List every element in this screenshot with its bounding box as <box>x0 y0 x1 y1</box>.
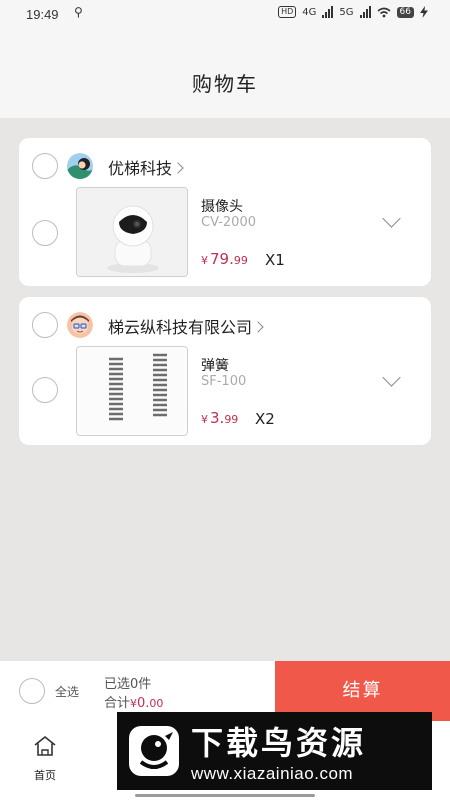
watermark-banner: 下载鸟资源 www.xiazainiao.com <box>117 712 432 790</box>
store-name: 梯云纵科技有限公司 <box>108 318 253 337</box>
header: 购物车 <box>0 30 450 118</box>
status-bar: 19:49 ⚲ HD 4G 5G 66 <box>0 0 450 30</box>
watermark-url: www.xiazainiao.com <box>191 764 354 783</box>
tab-home-label: 首页 <box>34 769 56 782</box>
product-name: 摄像头 <box>201 199 243 215</box>
network-4g-label: 4G <box>302 6 317 18</box>
selected-count: 已选0件 <box>104 677 152 692</box>
product-price: ¥79.99 <box>201 250 248 268</box>
gesture-bar[interactable] <box>135 794 315 797</box>
store-select-radio[interactable] <box>32 153 58 179</box>
store-link[interactable]: 优梯科技 <box>108 155 184 179</box>
total-amount: 合计¥0.00 <box>104 696 164 711</box>
chevron-down-icon[interactable] <box>382 209 401 228</box>
network-5g-label: 5G <box>339 6 354 18</box>
signal-icon <box>322 6 334 18</box>
store-link[interactable]: 梯云纵科技有限公司 <box>108 314 264 338</box>
select-all-label[interactable]: 全选 <box>55 683 79 700</box>
product-model: CV-2000 <box>201 215 256 230</box>
item-select-radio[interactable] <box>32 220 58 246</box>
store-card: 优梯科技 摄像头 CV-2000 ¥79.99 X1 <box>19 138 431 286</box>
product-image[interactable] <box>76 187 188 277</box>
product-name: 弹簧 <box>201 358 229 374</box>
page-title: 购物车 <box>192 72 258 96</box>
item-select-radio[interactable] <box>32 377 58 403</box>
tab-home[interactable]: 首页 <box>20 735 70 783</box>
chevron-right-icon <box>252 321 264 333</box>
store-card: 梯云纵科技有限公司 弹簧 SF-100 ¥3.99 X2 <box>19 297 431 445</box>
status-time: 19:49 <box>26 7 59 22</box>
product-model: SF-100 <box>201 374 247 389</box>
chevron-down-icon[interactable] <box>382 368 401 387</box>
watermark-logo <box>125 722 183 780</box>
usb-icon: ⚲ <box>74 5 83 19</box>
wifi-icon <box>377 7 391 17</box>
battery-indicator: 66 <box>396 6 414 18</box>
hd-badge: HD <box>278 6 297 18</box>
watermark-title: 下载鸟资源 <box>191 724 367 762</box>
status-icons: HD 4G 5G 66 <box>278 6 428 18</box>
store-select-radio[interactable] <box>32 312 58 338</box>
select-all-radio[interactable] <box>19 678 45 704</box>
product-price: ¥3.99 <box>201 409 239 427</box>
product-image[interactable] <box>76 346 188 436</box>
home-icon <box>34 735 56 756</box>
product-quantity: X2 <box>255 410 275 428</box>
store-avatar <box>67 312 93 338</box>
product-quantity: X1 <box>265 251 285 269</box>
charging-icon <box>420 6 428 18</box>
signal-icon-2 <box>359 6 371 18</box>
chevron-right-icon <box>172 162 184 174</box>
store-name: 优梯科技 <box>108 159 173 178</box>
store-avatar <box>67 153 93 179</box>
